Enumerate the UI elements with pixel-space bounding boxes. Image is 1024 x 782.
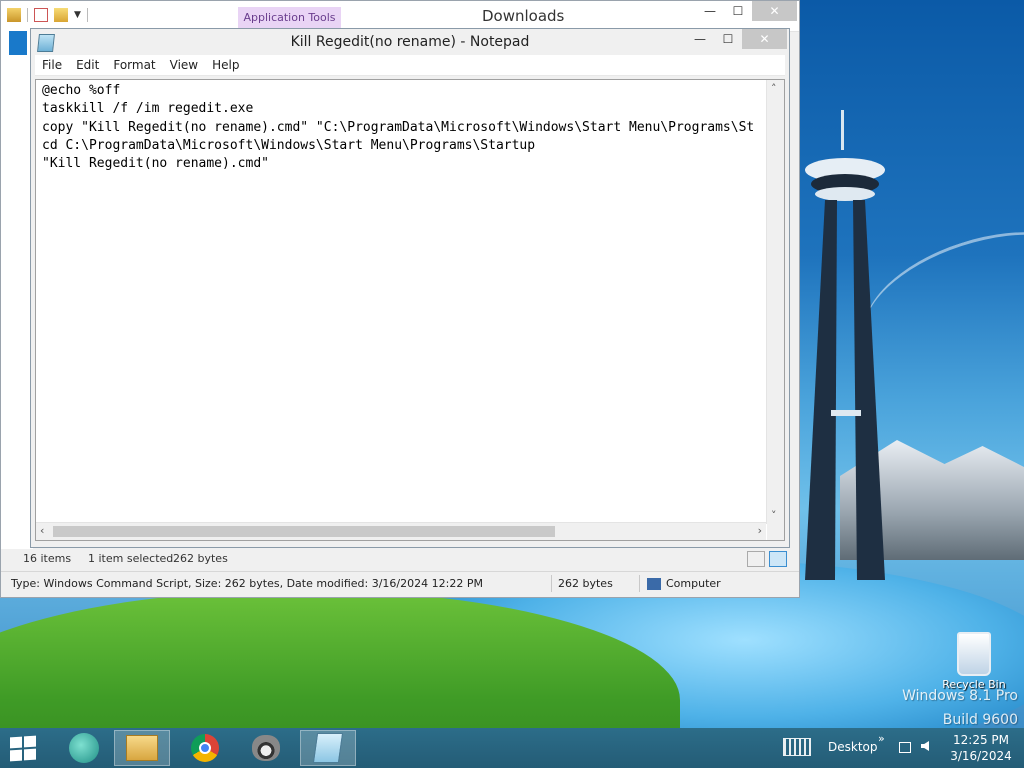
menu-format[interactable]: Format (106, 58, 162, 72)
details-view-button[interactable] (747, 551, 765, 567)
clock-date: 3/16/2024 (950, 749, 1012, 763)
horizontal-scroll-thumb[interactable] (53, 526, 555, 537)
qat-divider (86, 8, 88, 22)
scroll-up-icon[interactable]: ˄ (771, 82, 777, 95)
new-folder-icon[interactable] (54, 8, 68, 22)
recycle-bin[interactable]: Recycle Bin (942, 632, 1006, 691)
application-tools-tab[interactable]: Application Tools (238, 7, 341, 29)
explorer-maximize-button[interactable]: ☐ (724, 1, 752, 21)
ie-edge-icon (69, 733, 99, 763)
os-watermark: Windows 8.1 Pro Build 9600 (902, 684, 1018, 728)
space-needle-graphic (805, 110, 885, 580)
menu-view[interactable]: View (163, 58, 205, 72)
notepad-close-button[interactable]: ✕ (742, 29, 787, 49)
file-content[interactable]: @echo %off taskkill /f /im regedit.exe c… (36, 80, 766, 173)
start-button[interactable] (10, 735, 38, 762)
items-count: 16 items (23, 552, 72, 565)
notepad-minimize-button[interactable]: — (686, 29, 714, 49)
selected-size: 262 bytes (173, 552, 228, 565)
chrome-icon (191, 734, 219, 762)
qat-divider (27, 8, 28, 22)
details-divider (639, 575, 640, 592)
scroll-down-icon[interactable]: ˅ (771, 509, 777, 522)
text-editor-area[interactable]: @echo %off taskkill /f /im regedit.exe c… (35, 79, 785, 541)
notepad-titlebar[interactable]: Kill Regedit(no rename) - Notepad — ☐ ✕ (31, 29, 789, 55)
toolbar-chevron-icon[interactable]: » (878, 732, 885, 772)
location-text: Computer (666, 577, 721, 590)
notepad-maximize-button[interactable]: ☐ (714, 29, 742, 49)
details-divider (551, 575, 552, 592)
taskbar: Desktop » 12:25 PM 3/16/2024 (0, 728, 1024, 768)
scroll-right-icon[interactable]: › (758, 524, 762, 537)
taskbar-notepad[interactable] (300, 730, 356, 766)
notepad-window-controls: — ☐ ✕ (686, 29, 787, 49)
vertical-scrollbar[interactable]: ˄ ˅ (766, 80, 784, 524)
computer-icon (647, 578, 661, 590)
file-tab-button[interactable] (9, 31, 27, 55)
explorer-minimize-button[interactable]: — (696, 1, 724, 21)
taskbar-file-explorer[interactable] (114, 730, 170, 766)
os-watermark-build: Build 9600 (942, 712, 1018, 728)
network-icon[interactable] (899, 742, 911, 782)
notepad-title: Kill Regedit(no rename) - Notepad (290, 34, 530, 50)
qat-dropdown-icon[interactable]: ▼ (74, 10, 81, 20)
explorer-window-controls: — ☐ ✕ (696, 1, 797, 21)
raccoon-app-icon (252, 735, 280, 761)
menu-file[interactable]: File (35, 58, 69, 72)
properties-icon[interactable] (34, 8, 48, 22)
explorer-app-icon[interactable] (7, 8, 21, 22)
horizontal-scrollbar[interactable]: ‹ › (36, 522, 766, 540)
explorer-title: Downloads (482, 7, 565, 25)
file-explorer-icon (126, 735, 158, 761)
scroll-left-icon[interactable]: ‹ (40, 524, 44, 537)
clock-time: 12:25 PM (953, 733, 1009, 747)
selected-count: 1 item selected (88, 552, 174, 565)
notepad-icon (312, 733, 344, 763)
system-clock[interactable]: 12:25 PM 3/16/2024 (950, 732, 1012, 764)
quick-access-toolbar: ▼ (7, 8, 88, 22)
notepad-menubar: File Edit Format View Help (35, 55, 785, 76)
explorer-close-button[interactable]: ✕ (752, 1, 797, 21)
taskbar-chrome[interactable] (177, 730, 233, 766)
menu-help[interactable]: Help (205, 58, 246, 72)
taskbar-ie-edge[interactable] (56, 730, 112, 766)
desktop-toolbar-label[interactable]: Desktop (828, 740, 878, 780)
volume-muted-icon[interactable] (921, 741, 929, 781)
os-watermark-edition: Windows 8.1 Pro (902, 688, 1018, 704)
explorer-left-pane (1, 31, 33, 551)
touch-keyboard-icon[interactable] (783, 738, 811, 778)
scrollbar-corner (767, 523, 784, 540)
taskbar-raccoon-app[interactable] (238, 730, 294, 766)
notepad-window[interactable]: Kill Regedit(no rename) - Notepad — ☐ ✕ … (30, 28, 790, 548)
menu-edit[interactable]: Edit (69, 58, 106, 72)
file-size-text: 262 bytes (558, 577, 613, 590)
explorer-status-bar: 16 items 1 item selected 262 bytes (1, 549, 799, 569)
file-details-text: Type: Windows Command Script, Size: 262 … (11, 577, 483, 590)
recycle-bin-icon (957, 632, 991, 676)
large-icons-view-button[interactable] (769, 551, 787, 567)
explorer-details-bar: Type: Windows Command Script, Size: 262 … (1, 571, 799, 596)
